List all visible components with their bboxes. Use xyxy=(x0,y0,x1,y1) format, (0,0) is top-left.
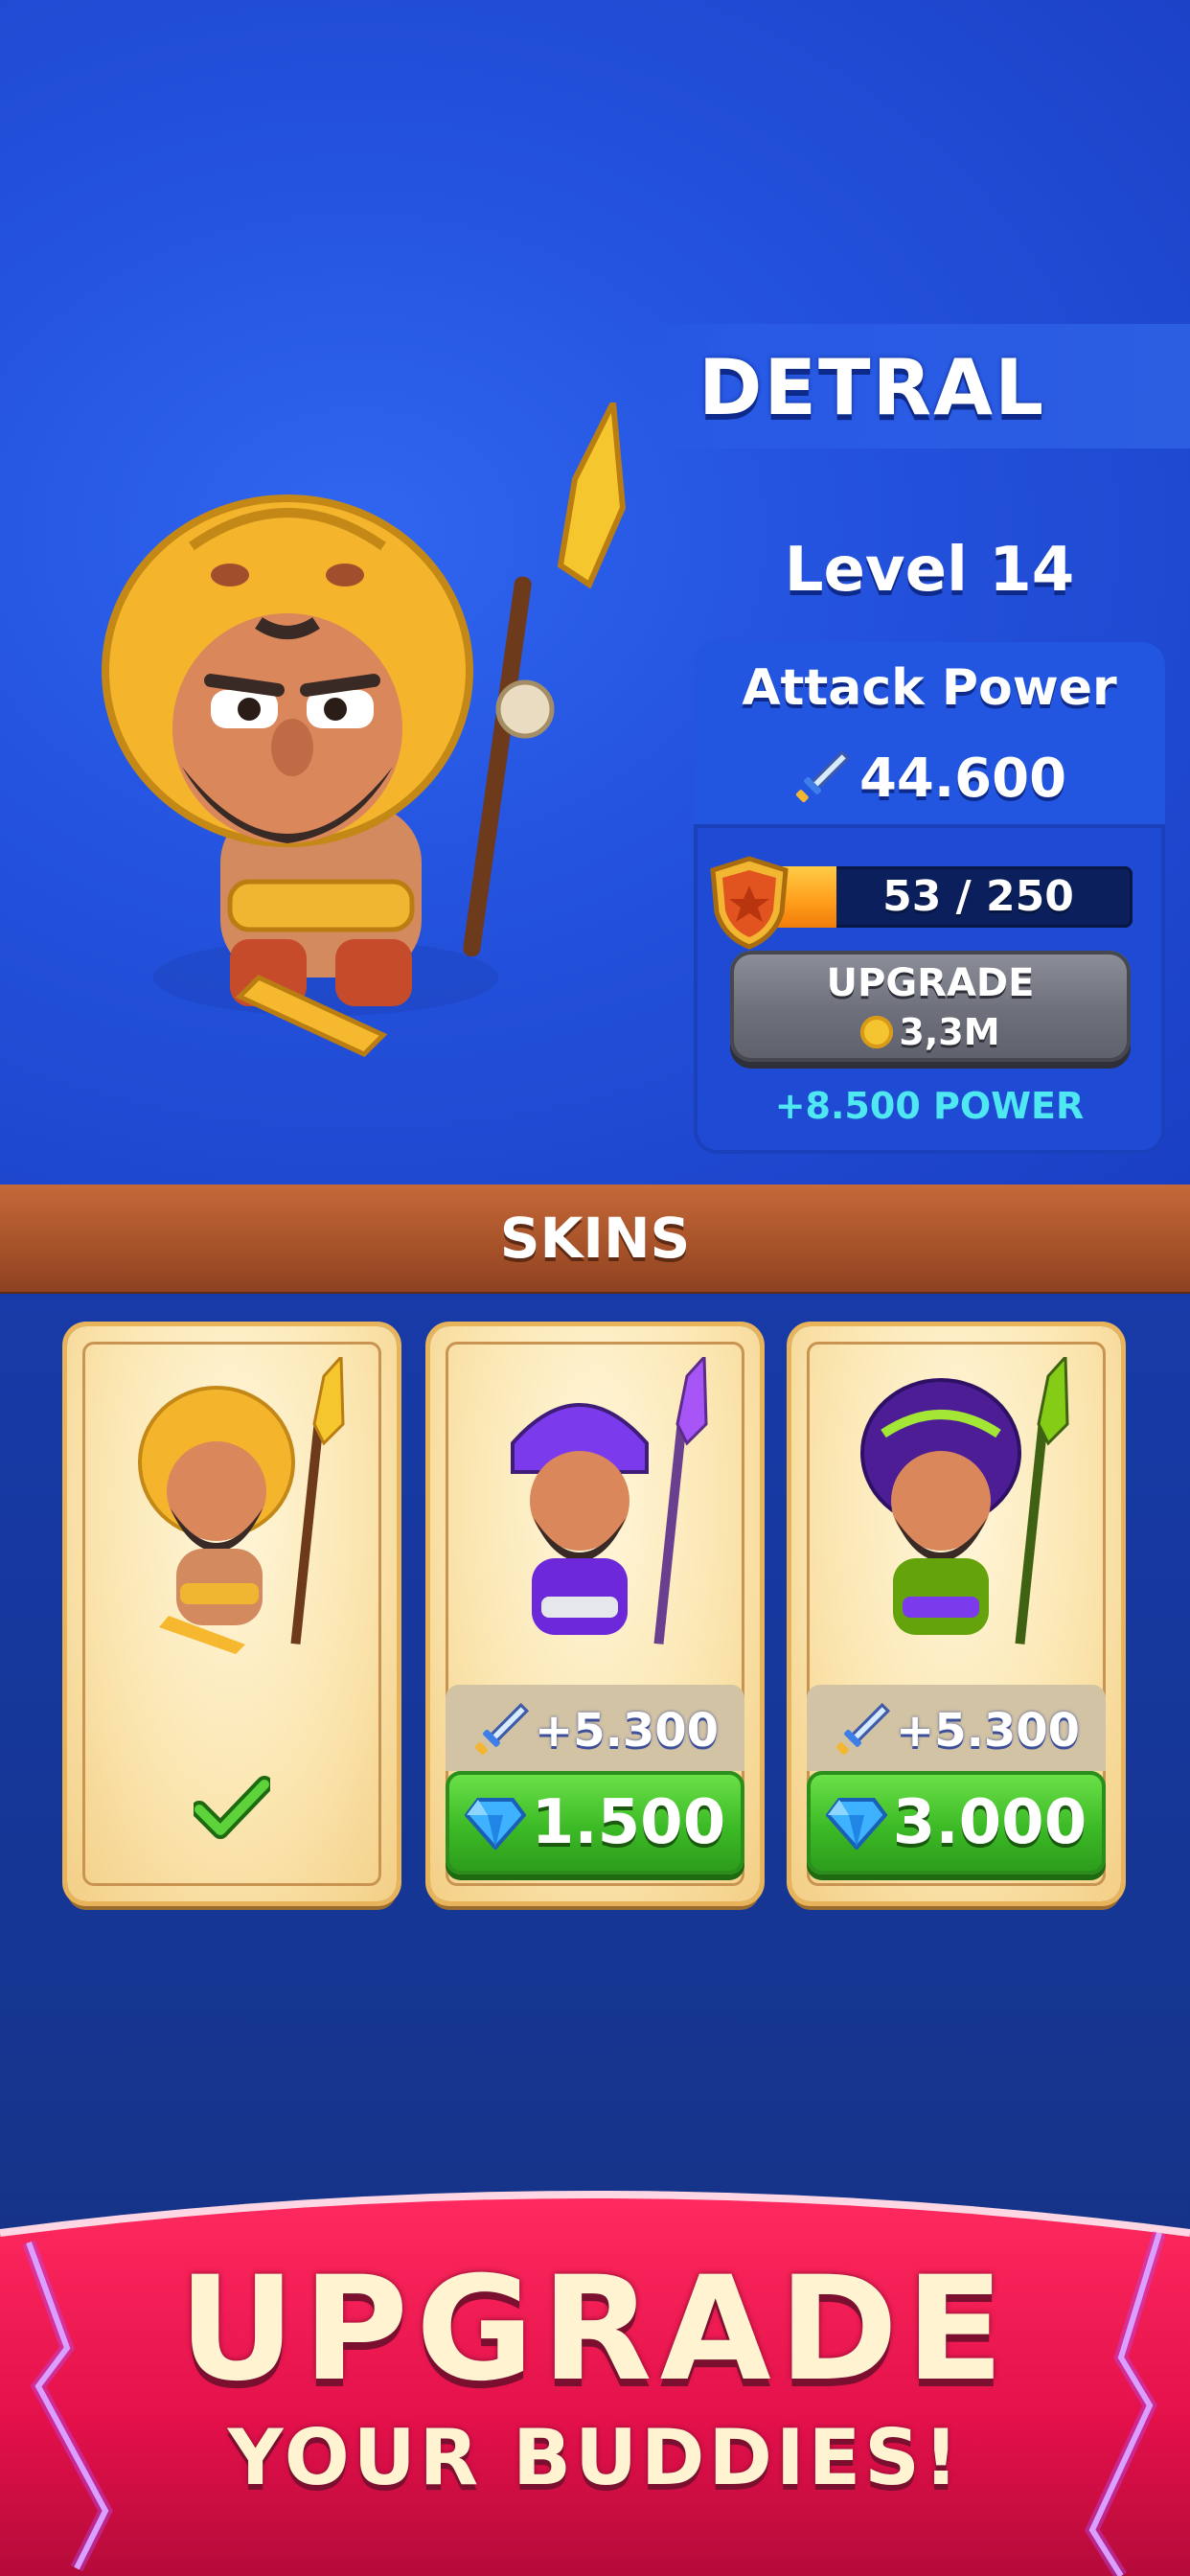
coin-icon xyxy=(860,1016,894,1048)
gem-icon xyxy=(464,1798,526,1850)
buy-skin-button[interactable]: 3.000 xyxy=(807,1771,1106,1874)
skin-bonus-row: +5.300 xyxy=(807,1692,1106,1769)
skin-bonus-value: +5.300 xyxy=(895,1704,1081,1758)
hero-name: DETRAL xyxy=(698,343,1046,432)
skin-card-default[interactable] xyxy=(67,1326,397,1901)
upgrade-power-bonus: +8.500 POWER xyxy=(774,1085,1085,1127)
skin-image-green-tiger xyxy=(860,1357,1069,1644)
upgrade-progress-text: 53 / 250 xyxy=(882,872,1074,921)
skins-title: SKINS xyxy=(499,1206,691,1271)
skin-price: 3.000 xyxy=(892,1787,1087,1858)
skin-card-green[interactable]: +5.300 3.000 xyxy=(791,1326,1121,1901)
skin-image-purple-samurai xyxy=(511,1357,708,1644)
skin-bonus-value: +5.300 xyxy=(534,1704,720,1758)
upgrade-cost-row[interactable]: 3,3M xyxy=(730,1008,1131,1056)
sword-icon xyxy=(795,749,850,803)
sword-icon xyxy=(835,1702,891,1756)
shield-star-icon xyxy=(710,856,789,950)
buy-skin-button[interactable]: 1.500 xyxy=(446,1771,744,1874)
attack-power-row: 44.600 xyxy=(694,738,1165,818)
gem-icon xyxy=(825,1798,887,1850)
attack-power-value: 44.600 xyxy=(858,747,1067,810)
attack-power-title: Attack Power xyxy=(742,659,1117,717)
promo-headline: UPGRADE xyxy=(178,2246,1012,2413)
promo-subheadline: YOUR BUDDIES! xyxy=(227,2413,963,2502)
upgrade-cost: 3,3M xyxy=(899,1011,1000,1053)
skin-bonus-row: +5.300 xyxy=(446,1692,744,1769)
skin-image-lion xyxy=(138,1357,345,1654)
hero-character-image xyxy=(102,402,627,1058)
check-icon xyxy=(194,1776,270,1839)
skin-price: 1.500 xyxy=(531,1787,726,1858)
hero-level: Level 14 xyxy=(784,535,1075,606)
sword-icon xyxy=(474,1702,530,1756)
skin-card-purple[interactable]: +5.300 1.500 xyxy=(430,1326,760,1901)
upgrade-button-label[interactable]: UPGRADE xyxy=(730,956,1131,1010)
